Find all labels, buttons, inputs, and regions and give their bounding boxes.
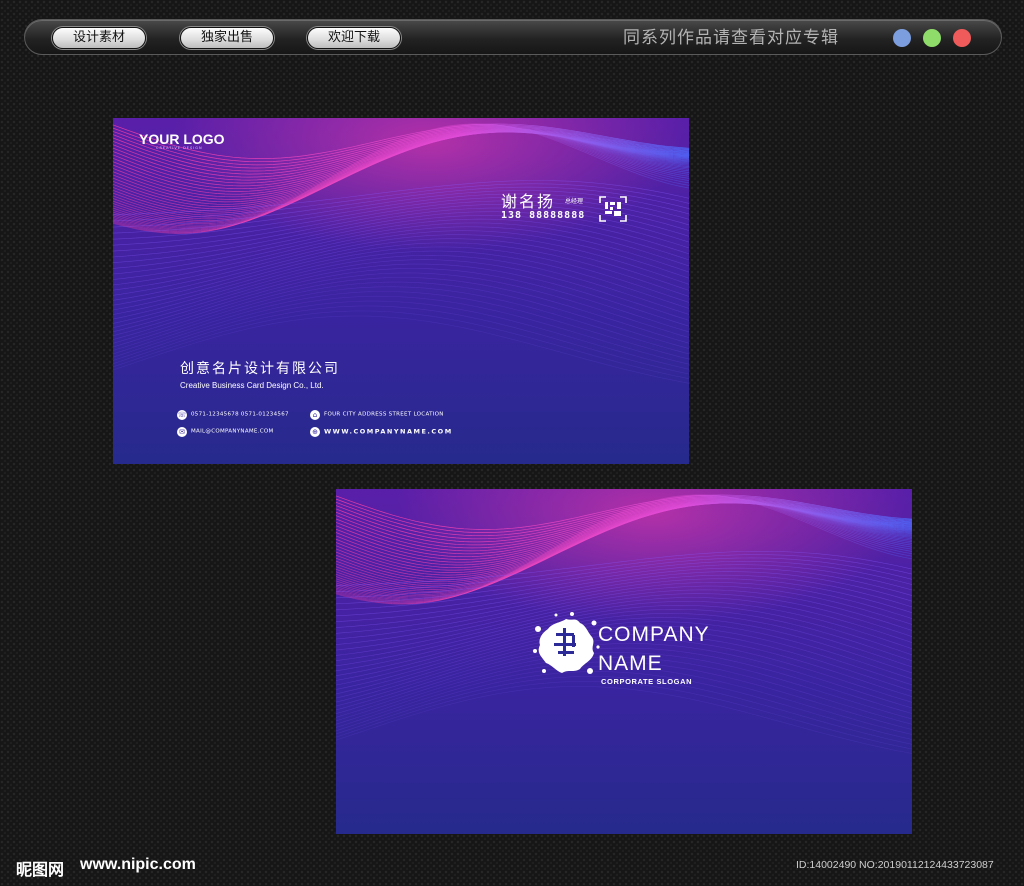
- card-glow: [113, 118, 689, 361]
- address-text: FOUR CITY ADDRESS STREET LOCATION: [324, 411, 444, 418]
- top-toolbar: 设计素材 独家出售 欢迎下载 同系列作品请查看对应专辑: [24, 19, 1002, 55]
- company-name-line1: COMPANY: [598, 623, 710, 646]
- watermark-id: ID:14002490 NO:20190112124433723087: [796, 859, 994, 871]
- watermark-site: www.nipic.com: [80, 856, 196, 873]
- design-material-button[interactable]: 设计素材: [52, 27, 146, 49]
- logo-text: YOUR LOGO: [139, 131, 225, 147]
- globe-icon: ⊕: [310, 426, 320, 437]
- company-name-line2: NAME: [598, 652, 663, 675]
- person-phone: 138 88888888: [501, 210, 586, 221]
- company-name-cn: 创意名片设计有限公司: [180, 361, 340, 377]
- card-glow: [336, 489, 912, 731]
- home-icon: ⌂: [310, 409, 320, 420]
- email-contact: ✉ MAIL@COMPANYNAME.COM: [177, 421, 274, 440]
- phone-icon: ☏: [177, 409, 187, 420]
- job-title: 总经理: [565, 198, 584, 205]
- business-card-front: YOUR LOGO CREATIVE DESIGN 谢名扬 总经理 138 88…: [113, 118, 689, 464]
- qr-code-icon: [599, 196, 627, 222]
- website-contact: ⊕ WWW.COMPANYNAME.COM: [310, 421, 453, 440]
- green-dot-icon: [923, 29, 941, 47]
- ink-splash-logo-icon: [533, 612, 600, 674]
- blue-dot-icon: [893, 29, 911, 47]
- business-card-back: COMPANY NAME CORPORATE SLOGAN: [336, 489, 912, 834]
- mail-icon: ✉: [177, 426, 187, 437]
- watermark-logo: 昵图网: [16, 860, 65, 879]
- website-text: WWW.COMPANYNAME.COM: [324, 427, 453, 436]
- series-title: 同系列作品请查看对应专辑: [623, 28, 839, 48]
- email-text: MAIL@COMPANYNAME.COM: [191, 428, 274, 435]
- corporate-slogan: CORPORATE SLOGAN: [601, 677, 693, 686]
- welcome-download-button[interactable]: 欢迎下载: [307, 27, 401, 49]
- company-name-en: Creative Business Card Design Co., Ltd.: [180, 381, 324, 390]
- person-name: 谢名扬: [501, 192, 556, 211]
- phone-numbers: 0571-12345678 0571-01234567: [191, 411, 289, 418]
- logo-subtitle: CREATIVE DESIGN: [156, 146, 203, 150]
- exclusive-sale-button[interactable]: 独家出售: [180, 27, 274, 49]
- red-dot-icon: [953, 29, 971, 47]
